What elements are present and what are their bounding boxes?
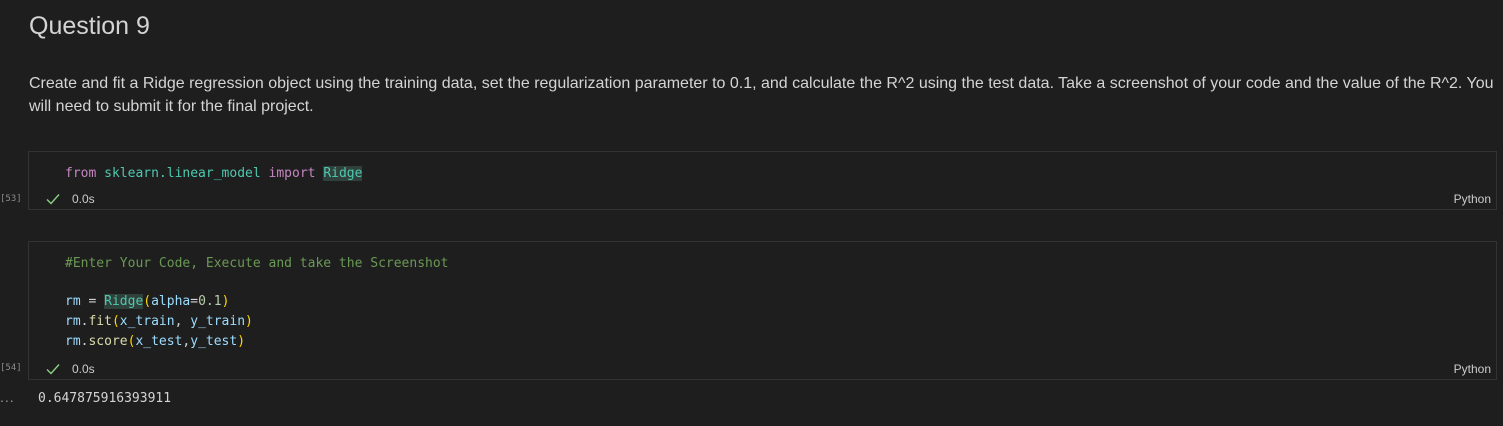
language-selector[interactable]: Python	[1454, 192, 1491, 206]
check-icon	[46, 194, 60, 205]
cell-output: 0.647875916393911	[38, 391, 172, 406]
code-cell[interactable]: #Enter Your Code, Execute and take the S…	[28, 241, 1497, 380]
code-token-keyword: import	[268, 166, 316, 181]
code-token-class: Ridge	[104, 294, 144, 309]
code-token-keyword: from	[65, 166, 97, 181]
code-line: rm.score(x_test,y_test)	[65, 334, 246, 349]
check-icon	[46, 364, 60, 375]
cell-status-bar: 0.0s Python	[29, 189, 1496, 209]
code-line: rm.fit(x_train, y_train)	[65, 314, 253, 329]
execution-duration: 0.0s	[72, 192, 95, 206]
code-token-variable: rm	[65, 294, 81, 309]
code-token-function: score	[88, 334, 128, 349]
execution-count: [53]	[0, 194, 22, 204]
code-token-class: Ridge	[323, 166, 363, 181]
execution-count: [54]	[0, 363, 22, 373]
execution-duration: 0.0s	[72, 362, 95, 376]
cell-status-bar: 0.0s Python	[29, 359, 1496, 379]
markdown-paragraph: Create and fit a Ridge regression object…	[29, 75, 1494, 115]
language-selector[interactable]: Python	[1454, 362, 1491, 376]
code-line-comment: #Enter Your Code, Execute and take the S…	[65, 256, 449, 271]
code-token-number: 0.1	[198, 294, 222, 309]
ellipsis-icon[interactable]: ...	[0, 389, 15, 405]
code-token-module: sklearn.linear_model	[104, 166, 261, 181]
markdown-heading: Question 9	[29, 12, 150, 40]
code-line: from sklearn.linear_model import Ridge	[65, 165, 363, 183]
code-token-function: fit	[88, 314, 112, 329]
code-cell[interactable]: from sklearn.linear_model import Ridge 0…	[28, 151, 1497, 210]
code-line: rm = Ridge(alpha=0.1)	[65, 294, 230, 309]
